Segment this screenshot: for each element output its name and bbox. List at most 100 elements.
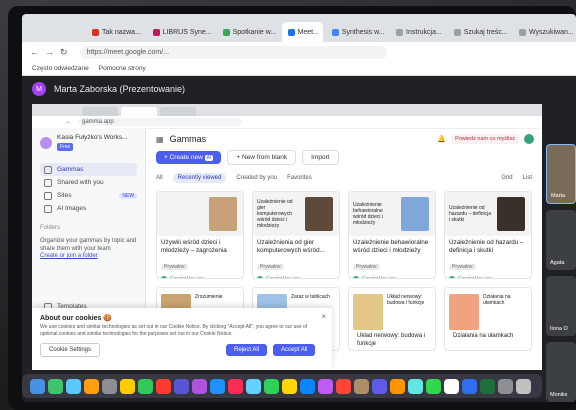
gamma-card[interactable]: Uzależnienie behawioralne wśród dzieci i… (348, 191, 436, 279)
folders-heading: Folders (40, 225, 61, 231)
accept-all-button[interactable]: Accept All (273, 344, 316, 356)
bookmark-item[interactable]: Pomocne strony (99, 65, 146, 72)
card-title: Działania na ułamkach (453, 333, 514, 339)
author-avatar (257, 276, 263, 278)
inner-tab[interactable] (160, 107, 196, 116)
dock-app-icon[interactable] (156, 378, 171, 394)
gamma-card[interactable]: Używki wśród dzieci i młodzieży – zagroż… (156, 191, 244, 279)
dock-app-icon[interactable] (30, 378, 45, 394)
laptop-body: Tak nazwa... LIBRUS Syne... Spotkanie w...… (0, 0, 576, 410)
dock-app-icon[interactable] (480, 378, 495, 394)
browser-tab[interactable]: Instrukcja... (390, 22, 445, 42)
filter-chip[interactable]: All (156, 175, 163, 181)
dock-app-icon[interactable] (120, 378, 135, 394)
outer-url-field[interactable]: https://meet.google.com/... (79, 45, 387, 59)
tab-favicon-icon (453, 28, 461, 36)
dock-app-icon[interactable] (282, 378, 297, 394)
browser-tab[interactable]: Synthesis w... (326, 22, 387, 42)
dock-app-icon[interactable] (174, 378, 189, 394)
sidebar-item-label: Shared with you (57, 179, 104, 186)
dock-app-icon[interactable] (498, 378, 513, 394)
dock-app-icon[interactable] (336, 378, 351, 394)
inner-back-icon[interactable]: ← (66, 119, 72, 125)
filter-chip[interactable]: Recently viewed (172, 173, 227, 183)
sidebar-item-gammas[interactable]: Gammas (40, 163, 137, 176)
browser-tab[interactable]: Szukaj treśc... (448, 22, 510, 42)
tab-favicon-icon (331, 28, 339, 36)
dock-app-icon[interactable] (210, 378, 225, 394)
sidebar-item-sites[interactable]: Sites NEW (40, 189, 137, 202)
author-avatar (449, 276, 455, 278)
browser-tab[interactable]: LIBRUS Syne... (147, 22, 214, 42)
ai-images-icon (44, 204, 52, 213)
user-avatar[interactable] (524, 134, 534, 144)
filter-chip[interactable]: Created by you (236, 175, 277, 181)
thumbnail-title: Uzależnienie od hazardu – definicja i sk… (449, 205, 491, 223)
author-label: Created by you (362, 276, 396, 279)
inner-tab[interactable] (121, 107, 157, 116)
reject-all-button[interactable]: Reject All (226, 344, 268, 356)
dock-app-icon[interactable] (390, 378, 405, 394)
create-new-button[interactable]: + Create new AI (156, 151, 222, 164)
browser-tab[interactable]: Tak nazwa... (86, 22, 144, 42)
browser-tab[interactable]: Wyszukiwan... (513, 22, 576, 42)
participant-tile[interactable]: Marta (546, 144, 576, 204)
browser-tab[interactable]: Spotkanie w... (217, 22, 279, 42)
dock-app-icon[interactable] (426, 378, 441, 394)
sidebar-item-ai-images[interactable]: AI Images (40, 202, 137, 215)
participant-tile[interactable]: Ilona O (546, 276, 576, 336)
import-button[interactable]: Import (302, 150, 339, 165)
list-view-toggle[interactable]: List (523, 175, 532, 181)
thumbnail-image (401, 197, 429, 231)
dock-app-icon[interactable] (228, 378, 243, 394)
dock-app-icon[interactable] (318, 378, 333, 394)
dock-app-icon[interactable] (408, 378, 423, 394)
browser-tab[interactable]: Meet... (281, 22, 323, 42)
dock-app-icon[interactable] (48, 378, 63, 394)
gamma-card[interactable]: Uzależnienie od hazardu – definicja i sk… (444, 191, 532, 279)
bookmark-item[interactable]: Często odwiedzane (32, 65, 89, 72)
grid-view-toggle[interactable]: Grid (501, 175, 512, 181)
close-icon[interactable]: × (321, 312, 326, 321)
participant-tile[interactable]: Moniks (546, 342, 576, 402)
dock-app-icon[interactable] (264, 378, 279, 394)
presenter-avatar: M (32, 82, 46, 96)
inner-url-field[interactable]: gamma.app (78, 118, 242, 126)
new-badge: NEW (119, 192, 137, 199)
notifications-icon[interactable]: 🔔 (437, 135, 446, 143)
sidebar-item-shared-with-you[interactable]: Shared with you (40, 176, 137, 189)
ai-badge: AI (204, 155, 214, 161)
feedback-button[interactable]: Powiedz nam co myślisz (451, 134, 519, 144)
dock-app-icon[interactable] (300, 378, 315, 394)
back-arrow-icon[interactable]: ← (30, 47, 39, 57)
reload-icon[interactable]: ↻ (60, 47, 68, 58)
card-author: Created by you (349, 273, 435, 279)
inner-tab[interactable] (82, 107, 118, 116)
cookie-settings-button[interactable]: Cookie Settings (40, 343, 101, 357)
dock-app-icon[interactable] (138, 378, 153, 394)
gamma-card[interactable]: Układ nerwowy: budowa i funkcje Układ ner… (348, 287, 436, 351)
new-from-blank-button[interactable]: + New from blank (227, 150, 297, 165)
sites-icon (44, 191, 52, 200)
dock-app-icon[interactable] (192, 378, 207, 394)
dock-app-icon[interactable] (444, 378, 459, 394)
dock-app-icon[interactable] (84, 378, 99, 394)
card-thumbnail: Uzależnienie behawioralne wśród dzieci i… (349, 192, 435, 236)
plan-badge: Free (57, 143, 74, 151)
dock-app-icon[interactable] (516, 378, 531, 394)
forward-arrow-icon[interactable]: → (45, 47, 54, 57)
dock-app-icon[interactable] (354, 378, 369, 394)
workspace-switcher[interactable]: Kasia Fułyżko's Works... Free (40, 134, 137, 151)
create-folder-link[interactable]: Create or join a folder (40, 253, 137, 259)
privacy-tag: Prywatne (353, 264, 380, 270)
gamma-card[interactable]: Uzależnienie od gier komputerowych wśród… (252, 191, 340, 279)
dock-app-icon[interactable] (462, 378, 477, 394)
dock-app-icon[interactable] (246, 378, 261, 394)
participant-tile[interactable]: Agata (546, 210, 576, 270)
dock-app-icon[interactable] (372, 378, 387, 394)
gamma-card[interactable]: Działania na ułamkach Działania na ułamka… (444, 287, 532, 351)
dock-app-icon[interactable] (66, 378, 81, 394)
filter-chip[interactable]: Favorites (287, 175, 312, 181)
dock-app-icon[interactable] (102, 378, 117, 394)
thumbnail-title: Uzależnienie behawioralne wśród dzieci i… (353, 202, 384, 226)
